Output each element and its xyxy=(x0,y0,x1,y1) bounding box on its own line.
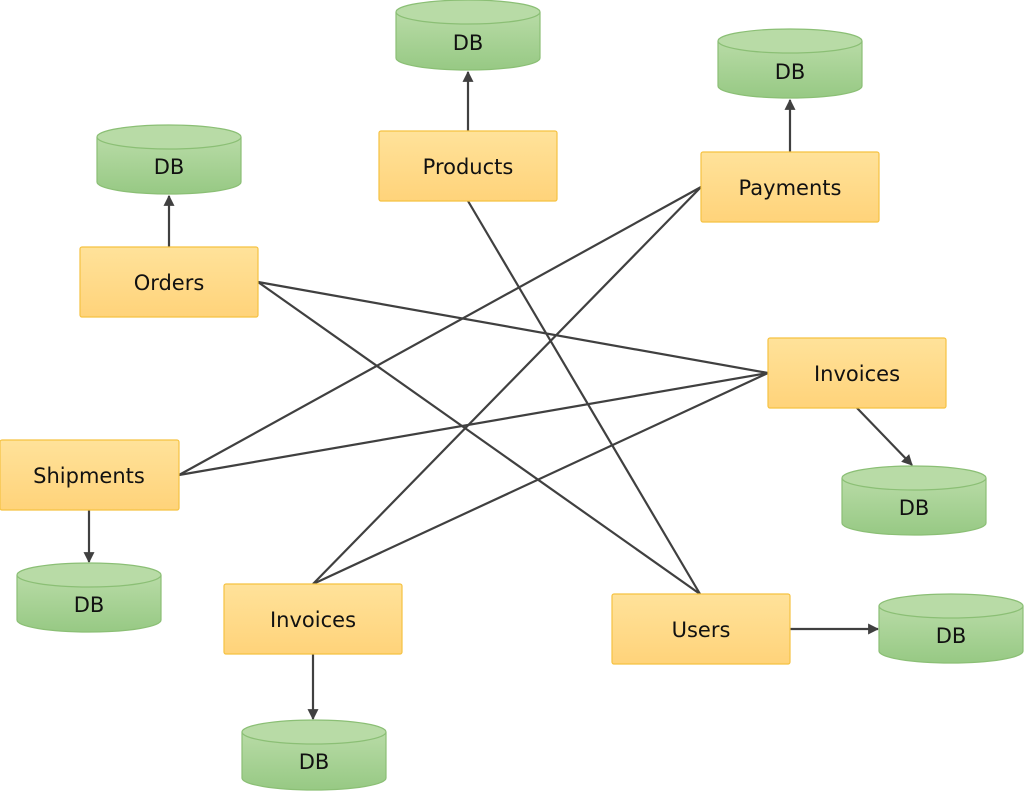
service-payments[interactable]: Payments xyxy=(700,151,880,223)
database-cylinder-top xyxy=(395,0,541,25)
service-label: Payments xyxy=(739,176,842,200)
arrow-invoices-right-db xyxy=(856,407,913,466)
db-label: DB xyxy=(154,155,185,179)
service-label: Products xyxy=(423,155,514,179)
database-cylinder-top xyxy=(16,562,162,588)
database-cylinder-top xyxy=(241,719,387,745)
connection-orders-users xyxy=(257,281,701,595)
db-shipments[interactable]: DB xyxy=(16,562,162,633)
connection-payments-shipments xyxy=(178,186,702,476)
service-orders[interactable]: Orders xyxy=(79,246,259,318)
service-invoices-right[interactable]: Invoices xyxy=(767,337,947,409)
connection-orders-invoices-right xyxy=(257,280,769,375)
service-shipments[interactable]: Shipments xyxy=(0,439,180,511)
db-products[interactable]: DB xyxy=(395,0,541,71)
db-orders[interactable]: DB xyxy=(96,124,242,195)
db-label: DB xyxy=(453,31,484,55)
connection-invoices-right-shipments xyxy=(178,371,769,477)
db-payments[interactable]: DB xyxy=(717,28,863,99)
connection-payments-invoices-bottom xyxy=(312,186,702,585)
database-cylinder-top xyxy=(878,593,1024,619)
db-label: DB xyxy=(899,496,930,520)
service-label: Orders xyxy=(134,271,205,295)
service-label: Users xyxy=(672,618,731,642)
connection-products-users xyxy=(467,200,701,595)
database-cylinder-top xyxy=(717,28,863,54)
db-invoices-bottom[interactable]: DB xyxy=(241,719,387,791)
architecture-diagram: DB DB DB DB DB DB DB Products Orders Pay… xyxy=(0,0,1024,791)
db-label: DB xyxy=(936,624,967,648)
service-invoices-bottom[interactable]: Invoices xyxy=(223,583,403,655)
db-label: DB xyxy=(775,60,806,84)
service-users[interactable]: Users xyxy=(611,593,791,665)
db-label: DB xyxy=(299,750,330,774)
database-cylinder-top xyxy=(96,124,242,150)
db-label: DB xyxy=(74,593,105,617)
service-label: Invoices xyxy=(814,362,900,386)
service-label: Invoices xyxy=(270,608,356,632)
db-invoices-right[interactable]: DB xyxy=(841,465,987,536)
service-products[interactable]: Products xyxy=(378,130,558,202)
service-connections xyxy=(178,186,769,595)
database-cylinder-top xyxy=(841,465,987,491)
connection-invoices-right-invoices-bottom xyxy=(312,372,769,585)
service-label: Shipments xyxy=(33,464,145,488)
db-users[interactable]: DB xyxy=(878,593,1024,664)
